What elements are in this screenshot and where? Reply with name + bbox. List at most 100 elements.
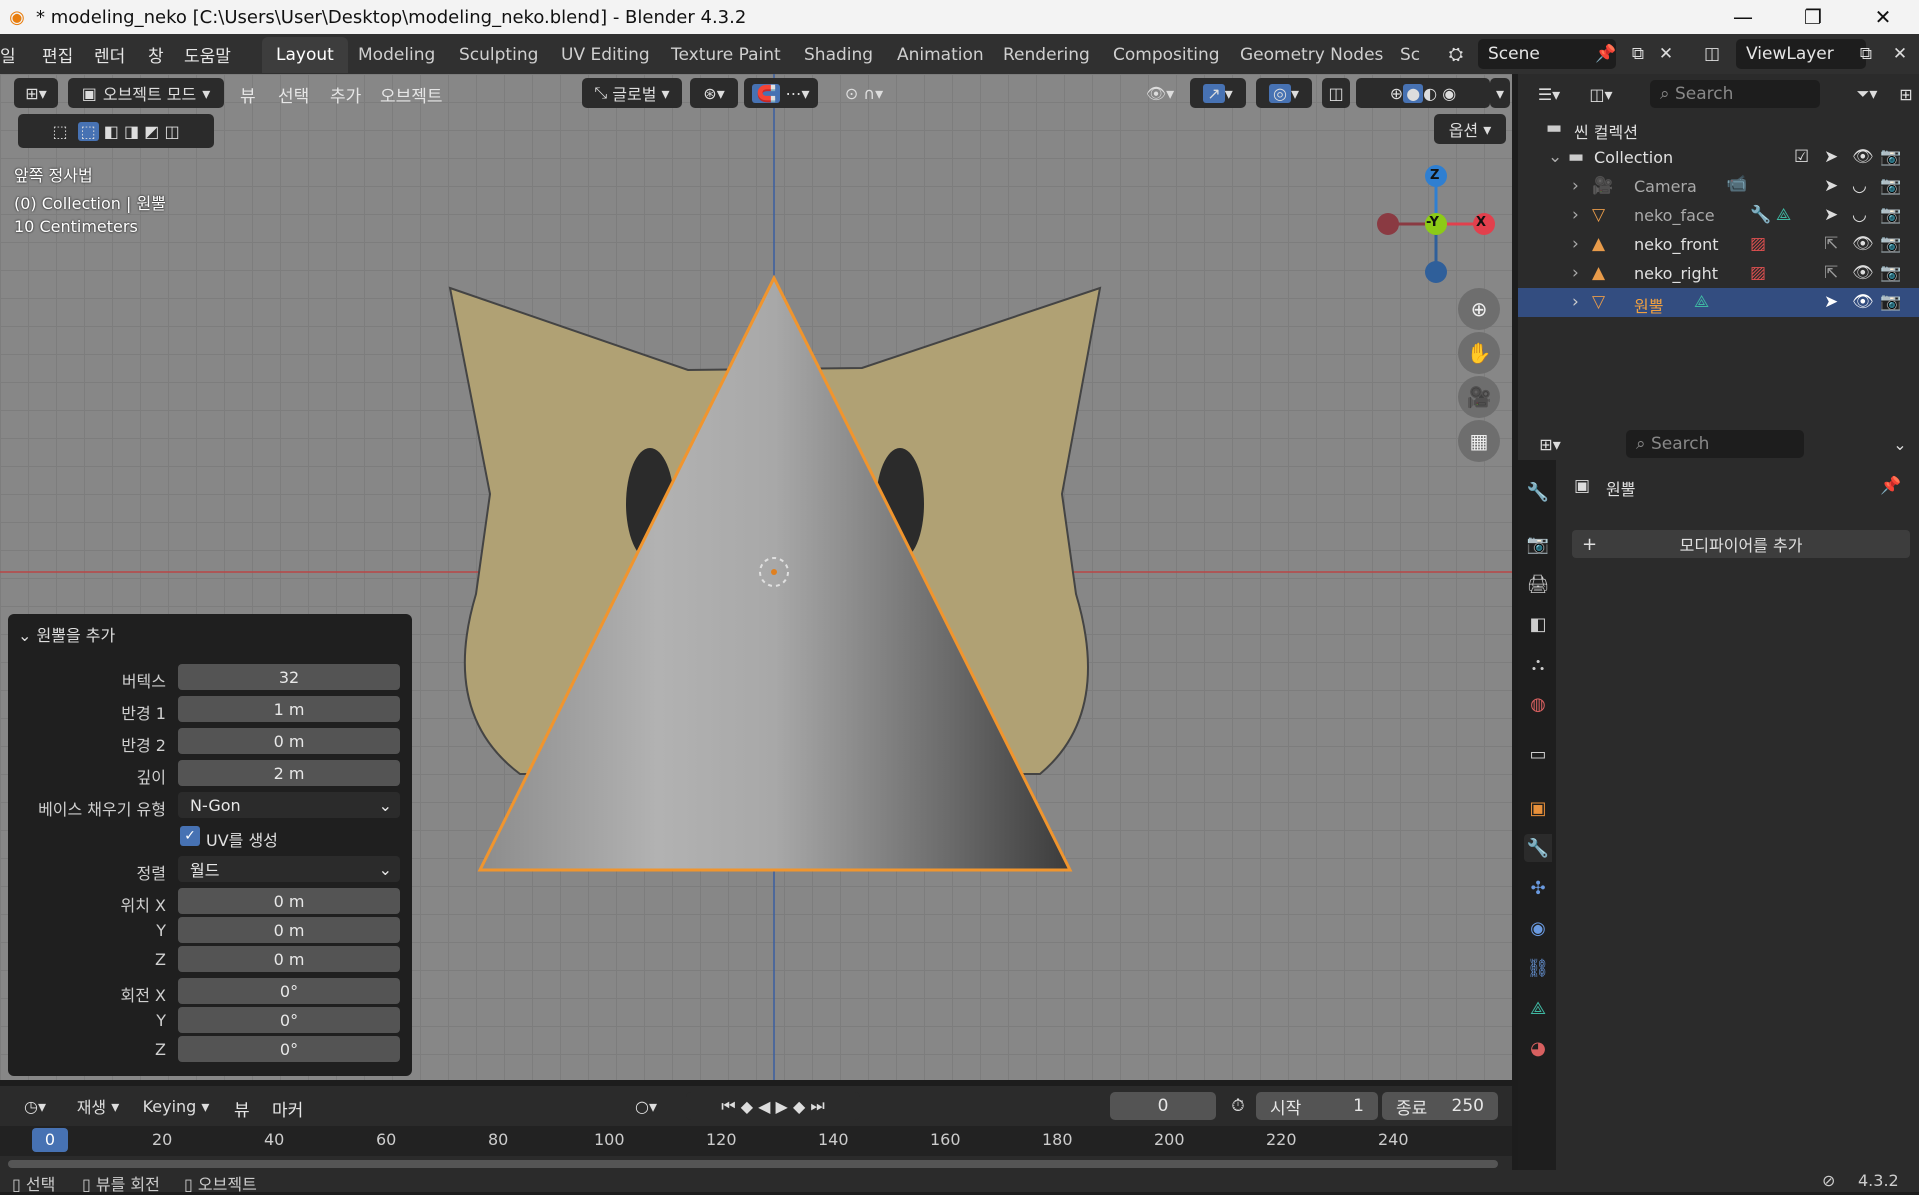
- menu-file[interactable]: 일: [0, 42, 16, 67]
- radius2-field[interactable]: 0 m: [178, 728, 400, 754]
- expand-chevron-icon[interactable]: ›: [1572, 176, 1579, 196]
- new-scene-icon[interactable]: ⧉: [1624, 39, 1652, 69]
- pin-icon[interactable]: 📌: [1595, 42, 1616, 66]
- editor-type-icon[interactable]: ⊞▾: [14, 78, 58, 108]
- playhead[interactable]: 0: [32, 1128, 68, 1152]
- perspective-toggle-icon[interactable]: ▦: [1458, 420, 1500, 462]
- render-tab-icon[interactable]: 📷: [1524, 530, 1552, 558]
- eye-icon[interactable]: 👁: [1852, 147, 1874, 167]
- pan-hand-icon[interactable]: ✋: [1458, 332, 1500, 374]
- viewport-menu-object[interactable]: 오브젝트: [380, 82, 443, 107]
- camera-view-icon[interactable]: 🎥: [1458, 376, 1500, 418]
- view-layer-tab-icon[interactable]: ◧: [1524, 610, 1552, 638]
- expand-chevron-icon[interactable]: ›: [1572, 234, 1579, 254]
- selectable-icon[interactable]: ➤: [1824, 176, 1838, 196]
- tab-animation[interactable]: Animation: [883, 37, 998, 73]
- outliner-item-camera[interactable]: › 🎥 Camera 📹 ➤ ◡ 📷: [1518, 172, 1919, 201]
- scene-icon[interactable]: ⛭: [1438, 40, 1474, 68]
- properties-editor-type-icon[interactable]: ⊞▾: [1528, 430, 1572, 458]
- tab-rendering[interactable]: Rendering: [989, 37, 1104, 73]
- current-frame-field[interactable]: 0: [1110, 1092, 1216, 1120]
- display-mode-icon[interactable]: ◫▾: [1580, 80, 1622, 108]
- selectable-icon[interactable]: ⇱: [1824, 234, 1838, 254]
- tab-geometry-nodes[interactable]: Geometry Nodes: [1226, 37, 1397, 73]
- menu-render[interactable]: 렌더: [94, 42, 125, 67]
- eye-icon[interactable]: 👁: [1852, 263, 1874, 283]
- select-intersect-icon[interactable]: ◫: [164, 122, 179, 141]
- timeline-scrollbar[interactable]: [8, 1160, 1498, 1168]
- outliner-item-neko-right[interactable]: › ▲ neko_right ▨ ⇱ 👁 📷: [1518, 259, 1919, 288]
- eye-closed-icon[interactable]: ◡: [1852, 176, 1867, 196]
- delete-view-layer-icon[interactable]: ✕: [1886, 39, 1914, 69]
- selectable-icon[interactable]: ⇱: [1824, 263, 1838, 283]
- delete-scene-icon[interactable]: ✕: [1654, 39, 1678, 69]
- expand-chevron-icon[interactable]: ›: [1572, 263, 1579, 283]
- output-tab-icon[interactable]: 🖨: [1524, 570, 1552, 598]
- selectable-icon[interactable]: ➤: [1824, 205, 1838, 225]
- outliner-item-cone[interactable]: › ▽ 원뿔 ⟁ ➤ 👁 📷: [1518, 288, 1919, 317]
- vertices-field[interactable]: 32: [178, 664, 400, 690]
- location-z-field[interactable]: 0 m: [178, 946, 400, 972]
- end-frame-field[interactable]: 종료 250: [1382, 1092, 1498, 1120]
- gizmo-toggle-icon[interactable]: ↗ ▾: [1190, 78, 1246, 108]
- outliner-editor-type-icon[interactable]: ☰▾: [1528, 80, 1570, 108]
- exclude-checkbox[interactable]: ☑: [1794, 147, 1809, 167]
- render-camera-icon[interactable]: 📷: [1880, 147, 1901, 167]
- shading-mode-icons[interactable]: ⊕ ● ◐ ◉: [1356, 78, 1490, 108]
- menu-window[interactable]: 창: [148, 42, 164, 67]
- location-y-field[interactable]: 0 m: [178, 917, 400, 943]
- expand-chevron-icon[interactable]: ›: [1572, 205, 1579, 225]
- xray-toggle-icon[interactable]: ◫: [1322, 78, 1350, 108]
- tab-modeling[interactable]: Modeling: [344, 37, 449, 73]
- generate-uv-checkbox[interactable]: ✓: [180, 826, 200, 846]
- align-dropdown[interactable]: 월드 ⌄: [178, 856, 400, 882]
- expand-chevron-icon[interactable]: ›: [1572, 292, 1579, 312]
- render-camera-icon[interactable]: 📷: [1880, 176, 1901, 196]
- close-button[interactable]: ✕: [1855, 0, 1911, 34]
- maximize-button[interactable]: ❐: [1785, 0, 1841, 34]
- physics-tab-icon[interactable]: ◉: [1524, 914, 1552, 942]
- viewport-menu-view[interactable]: 뷰: [240, 82, 256, 107]
- jump-end-icon[interactable]: ⏭: [810, 1096, 824, 1116]
- auto-keying-icon[interactable]: ○▾: [620, 1092, 672, 1120]
- depth-field[interactable]: 2 m: [178, 760, 400, 786]
- base-fill-dropdown[interactable]: N-Gon ⌄: [178, 792, 400, 818]
- tab-shading[interactable]: Shading: [790, 37, 887, 73]
- menu-edit[interactable]: 편집: [42, 42, 73, 67]
- render-camera-icon[interactable]: 📷: [1880, 205, 1901, 225]
- add-modifier-button[interactable]: + 모디파이어를 추가: [1572, 530, 1910, 558]
- tab-scripting[interactable]: Sc: [1386, 37, 1426, 73]
- tab-texture-paint[interactable]: Texture Paint: [657, 37, 795, 73]
- minimize-button[interactable]: —: [1715, 0, 1771, 34]
- radius1-field[interactable]: 1 m: [178, 696, 400, 722]
- view-layer-selector[interactable]: ViewLayer: [1736, 39, 1866, 69]
- select-new-icon[interactable]: ⬚: [77, 121, 99, 141]
- eye-closed-icon[interactable]: ◡: [1852, 205, 1867, 225]
- keying-menu[interactable]: Keying ▾: [134, 1092, 218, 1120]
- tab-compositing[interactable]: Compositing: [1099, 37, 1234, 73]
- next-keyframe-icon[interactable]: ◆: [793, 1097, 805, 1116]
- eye-icon[interactable]: 👁: [1852, 234, 1874, 254]
- select-extend-icon[interactable]: ◧: [104, 122, 119, 141]
- snap-toggle-icon[interactable]: 🧲 ⋯▾: [744, 78, 818, 108]
- tab-layout[interactable]: Layout: [262, 37, 348, 73]
- view-layer-icon[interactable]: ◫: [1692, 39, 1732, 69]
- object-tab-icon[interactable]: ▣: [1524, 794, 1552, 822]
- material-tab-icon[interactable]: ◕: [1524, 1034, 1552, 1062]
- viewport-menu-select[interactable]: 선택: [278, 82, 309, 107]
- playback-menu[interactable]: 재생 ▾: [66, 1092, 130, 1120]
- pivot-point-icon[interactable]: ⊛▾: [690, 78, 738, 108]
- outliner-item-neko-front[interactable]: › ▲ neko_front ▨ ⇱ 👁 📷: [1518, 230, 1919, 259]
- frame-ruler[interactable]: 0 20 40 60 80 100 120 140 160 180 200 22…: [0, 1126, 1512, 1156]
- play-reverse-icon[interactable]: ◀: [758, 1097, 770, 1116]
- outliner-collection[interactable]: ⌄ ▬ Collection ☑ ➤ 👁 📷: [1518, 143, 1919, 172]
- proportional-edit-icon[interactable]: ⊙ ∩▾: [826, 78, 902, 108]
- select-invert-icon[interactable]: ◩: [144, 122, 159, 141]
- collection-tab-icon[interactable]: ▭: [1524, 740, 1552, 768]
- overlay-toggle-icon[interactable]: ◎ ▾: [1256, 78, 1312, 108]
- select-tool-icon[interactable]: ⬚: [52, 122, 67, 141]
- data-tab-icon[interactable]: ⟁: [1524, 994, 1552, 1022]
- constraints-tab-icon[interactable]: ⛓: [1524, 954, 1552, 982]
- timeline-menu-marker[interactable]: 마커: [272, 1096, 303, 1121]
- outliner-scene-collection[interactable]: ▬ 씬 컬렉션: [1518, 114, 1919, 143]
